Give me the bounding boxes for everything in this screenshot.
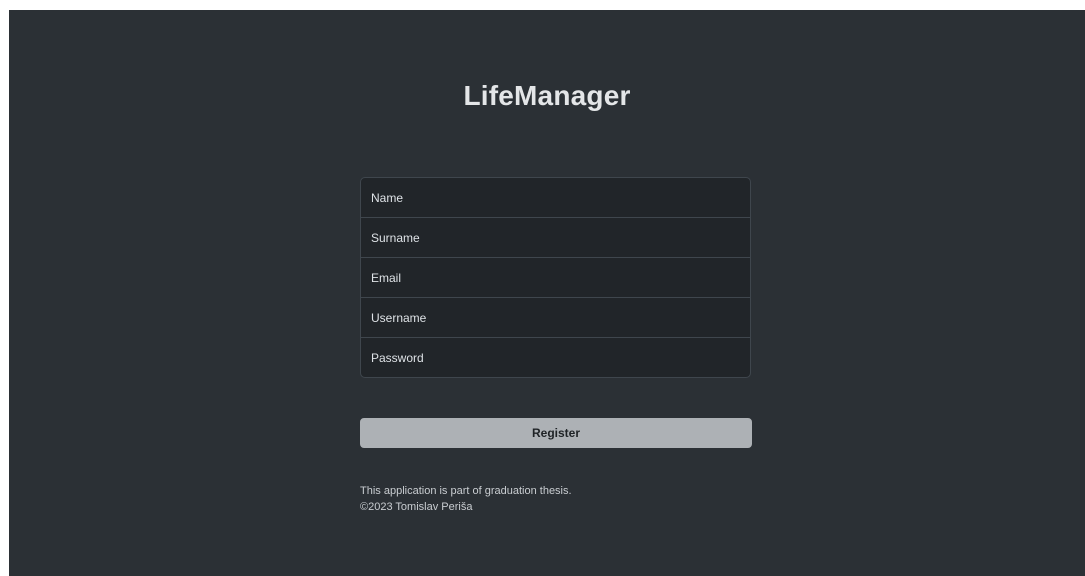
username-field[interactable] — [360, 297, 751, 338]
footer: This application is part of graduation t… — [360, 483, 572, 515]
app-title: LifeManager — [463, 80, 631, 111]
email-field[interactable] — [360, 257, 751, 298]
registration-form — [360, 177, 751, 378]
app-frame: LifeManager Register This application is… — [9, 10, 1085, 576]
register-button[interactable]: Register — [360, 418, 752, 448]
footer-thesis-note: This application is part of graduation t… — [360, 485, 572, 497]
name-field[interactable] — [360, 177, 751, 218]
footer-copyright: ©2023 Tomislav Periša — [360, 501, 473, 513]
password-field[interactable] — [360, 337, 751, 378]
surname-field[interactable] — [360, 217, 751, 258]
